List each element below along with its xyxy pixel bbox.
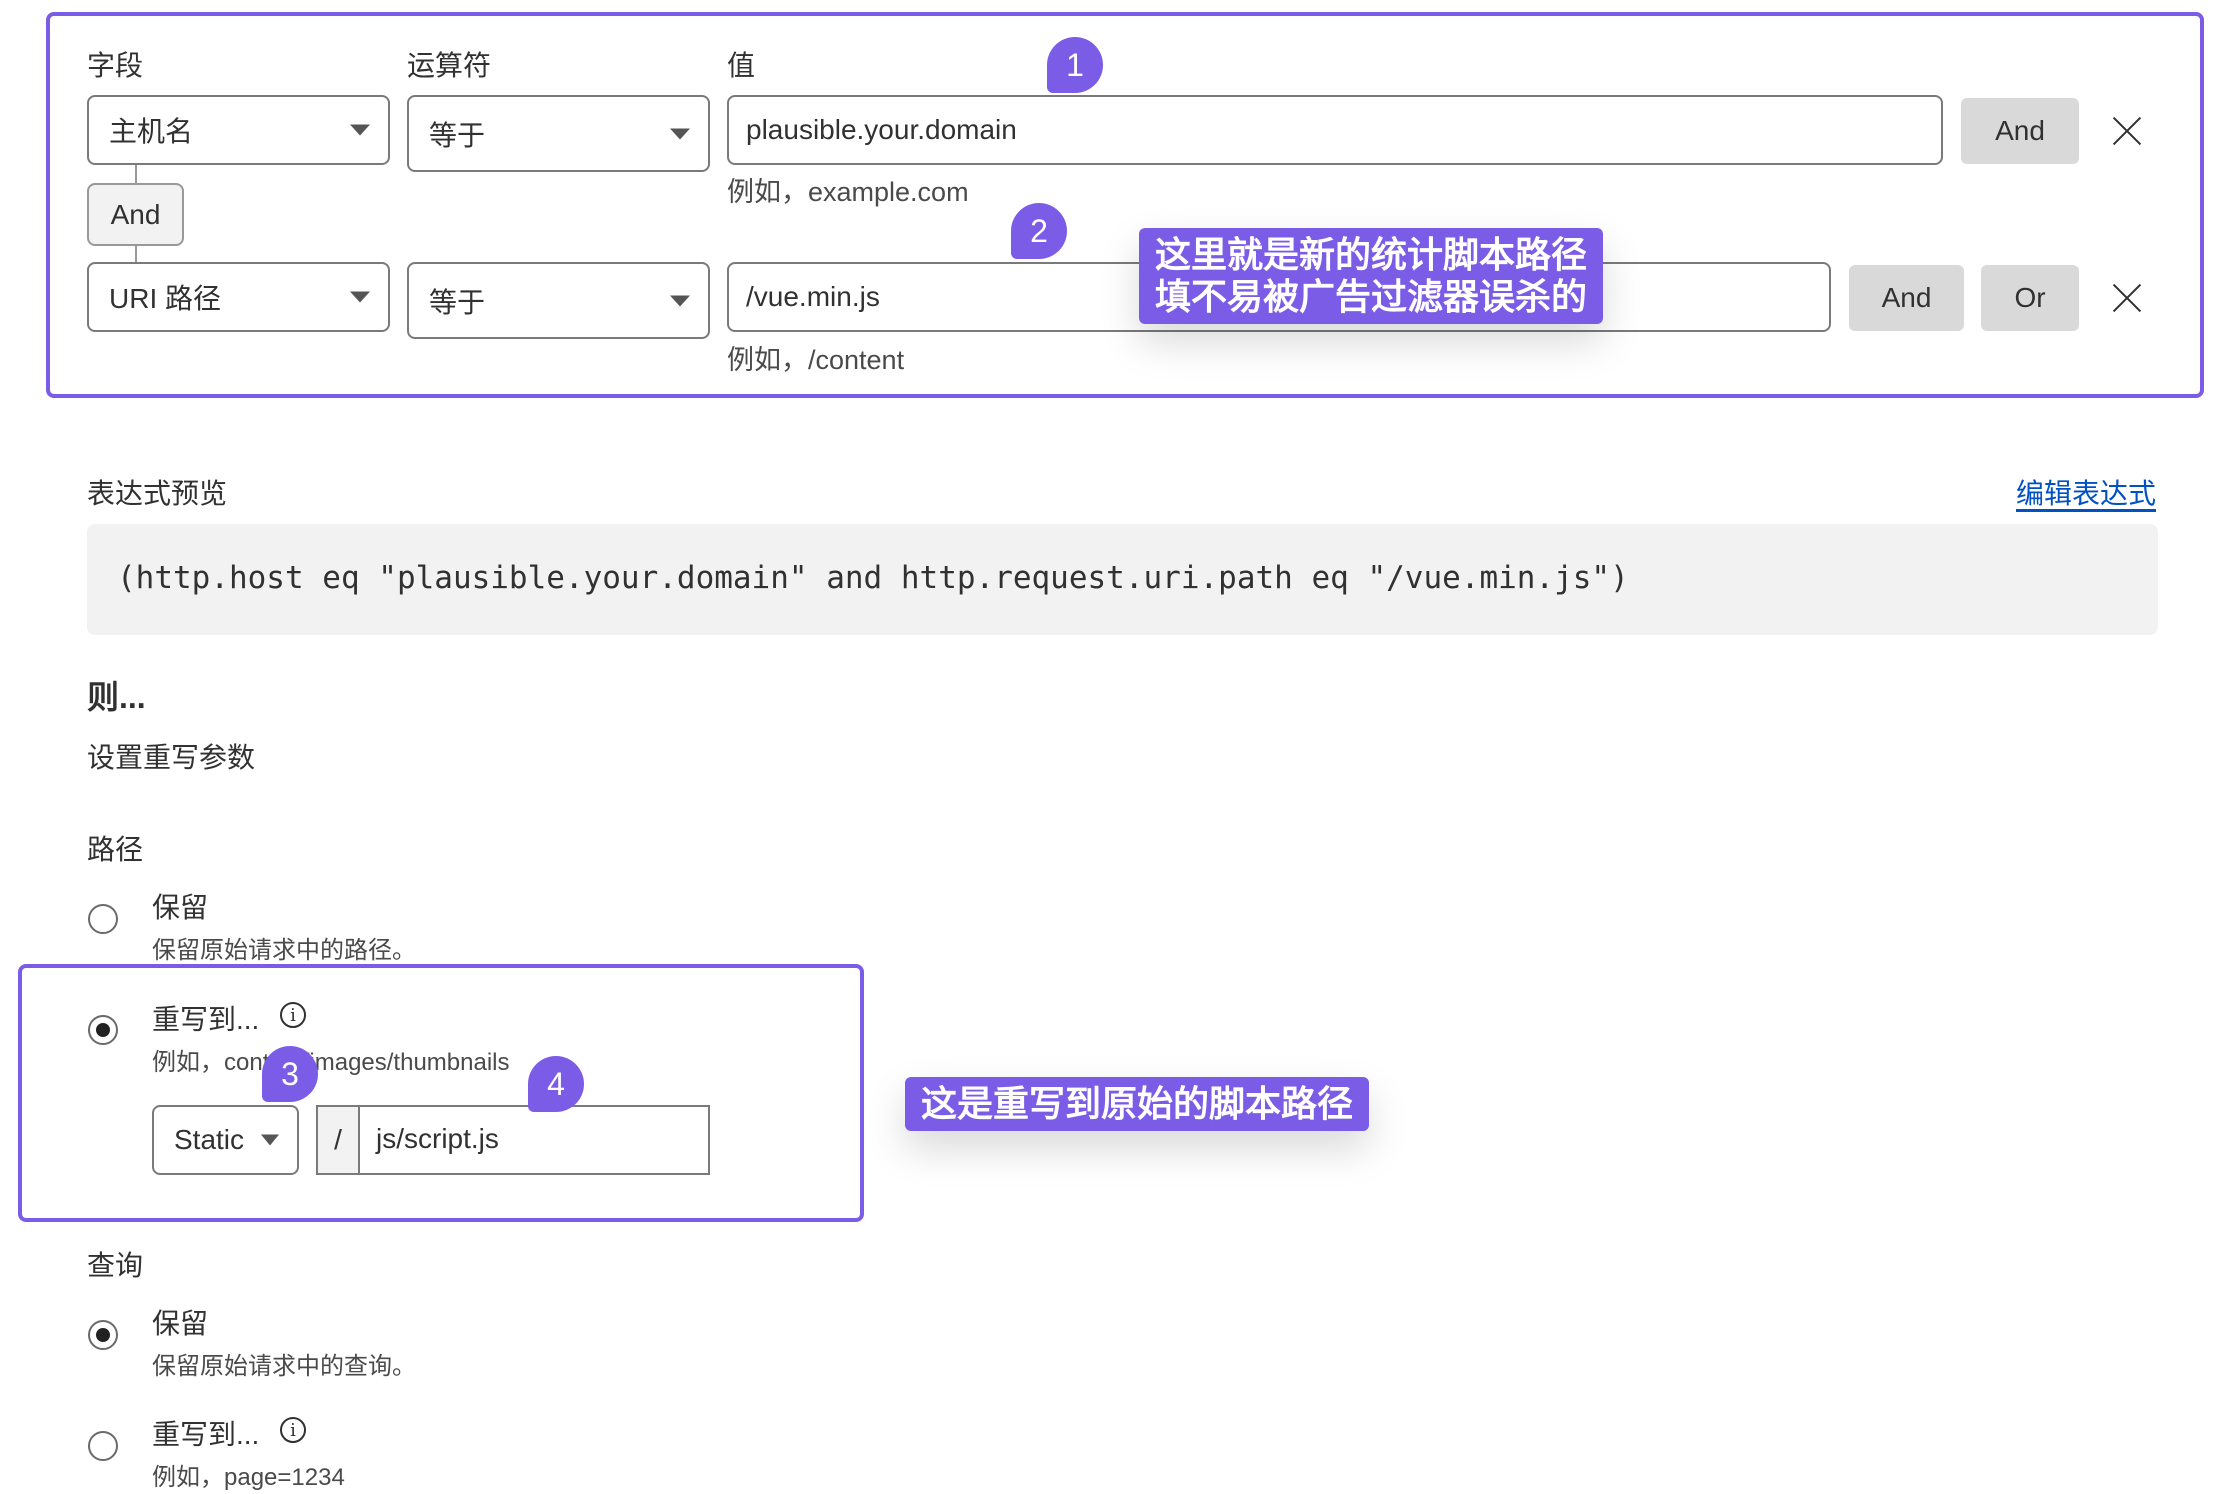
path-preserve-desc: 保留原始请求中的路径。 <box>152 937 416 964</box>
value-hint-1: 例如，example.com <box>727 177 969 207</box>
or-button-2[interactable]: Or <box>1981 265 2079 331</box>
annotation-bubble-1: 1 <box>1047 37 1103 93</box>
info-icon[interactable]: i <box>280 1417 306 1443</box>
value-input-1[interactable]: plausible.your.domain <box>727 95 1943 165</box>
path-rewrite-radio[interactable] <box>88 1015 118 1045</box>
path-label: 路径 <box>87 834 144 865</box>
chevron-down-icon <box>670 295 690 306</box>
conditions-highlight-frame <box>46 12 2204 398</box>
operator-select-1[interactable]: 等于 <box>407 95 710 172</box>
callout-line-2: 填不易被广告过滤器误杀的 <box>1155 276 1588 317</box>
path-rewrite-label: 重写到... <box>152 1004 260 1035</box>
connector-and-badge[interactable]: And <box>87 183 184 246</box>
expression-text: (http.host eq "plausible.your.domain" an… <box>117 560 1629 596</box>
expression-preview-box: (http.host eq "plausible.your.domain" an… <box>87 524 2158 635</box>
path-rewrite-input-group[interactable]: / js/script.js <box>316 1105 710 1175</box>
value-input-2-text: /vue.min.js <box>746 281 880 312</box>
and-button-1[interactable]: And <box>1961 98 2079 164</box>
field-select-1-value: 主机名 <box>109 116 194 147</box>
path-rewrite-value: js/script.js <box>376 1123 499 1154</box>
field-select-1[interactable]: 主机名 <box>87 95 390 165</box>
operator-select-2-value: 等于 <box>429 286 486 318</box>
chevron-down-icon <box>261 1134 279 1146</box>
then-heading: 则... <box>87 679 146 715</box>
operator-header: 运算符 <box>407 50 492 81</box>
query-preserve-radio[interactable] <box>88 1320 118 1350</box>
annotation-callout-rewrite-path: 这是重写到原始的脚本路径 <box>905 1077 1370 1131</box>
annotation-bubble-4: 4 <box>528 1056 584 1112</box>
field-select-2-value: URI 路径 <box>109 283 222 314</box>
preview-title: 表达式预览 <box>87 478 228 509</box>
path-type-select-value: Static <box>174 1124 245 1155</box>
value-hint-2: 例如，/content <box>727 345 905 375</box>
edit-expression-link[interactable]: 编辑表达式 <box>2016 472 2156 512</box>
path-rewrite-highlight-frame <box>18 964 864 1222</box>
remove-condition-2-icon[interactable] <box>2112 283 2142 313</box>
query-rewrite-radio[interactable] <box>88 1431 118 1461</box>
field-select-2[interactable]: URI 路径 <box>87 262 390 332</box>
operator-select-1-value: 等于 <box>429 119 486 151</box>
field-header: 字段 <box>87 50 144 81</box>
query-preserve-label: 保留 <box>152 1308 209 1339</box>
path-rewrite-desc: 例如，content/images/thumbnails <box>152 1049 510 1076</box>
remove-condition-1-icon[interactable] <box>2112 116 2142 146</box>
callout-line-1: 这里就是新的统计脚本路径 <box>1155 234 1588 275</box>
info-icon[interactable]: i <box>280 1002 306 1028</box>
query-label: 查询 <box>87 1250 144 1281</box>
value-header: 值 <box>727 50 756 81</box>
path-preserve-radio[interactable] <box>88 904 118 934</box>
query-rewrite-label: 重写到... <box>152 1419 260 1450</box>
chevron-down-icon <box>350 291 370 303</box>
path-type-select[interactable]: Static <box>152 1105 299 1175</box>
connector-and-label: And <box>110 198 161 230</box>
operator-select-2[interactable]: 等于 <box>407 262 710 339</box>
then-subheading: 设置重写参数 <box>87 742 256 773</box>
chevron-down-icon <box>670 128 690 139</box>
path-preserve-label: 保留 <box>152 892 209 923</box>
chevron-down-icon <box>350 124 370 136</box>
query-preserve-desc: 保留原始请求中的查询。 <box>152 1353 416 1380</box>
annotation-bubble-2: 2 <box>1011 203 1067 259</box>
path-prefix: / <box>318 1107 360 1173</box>
query-rewrite-desc: 例如，page=1234 <box>152 1464 345 1491</box>
annotation-callout-new-path: 这里就是新的统计脚本路径 填不易被广告过滤器误杀的 <box>1139 228 1604 324</box>
annotation-bubble-3: 3 <box>262 1046 318 1102</box>
value-input-1-text: plausible.your.domain <box>746 114 1017 145</box>
and-button-2[interactable]: And <box>1849 265 1964 331</box>
